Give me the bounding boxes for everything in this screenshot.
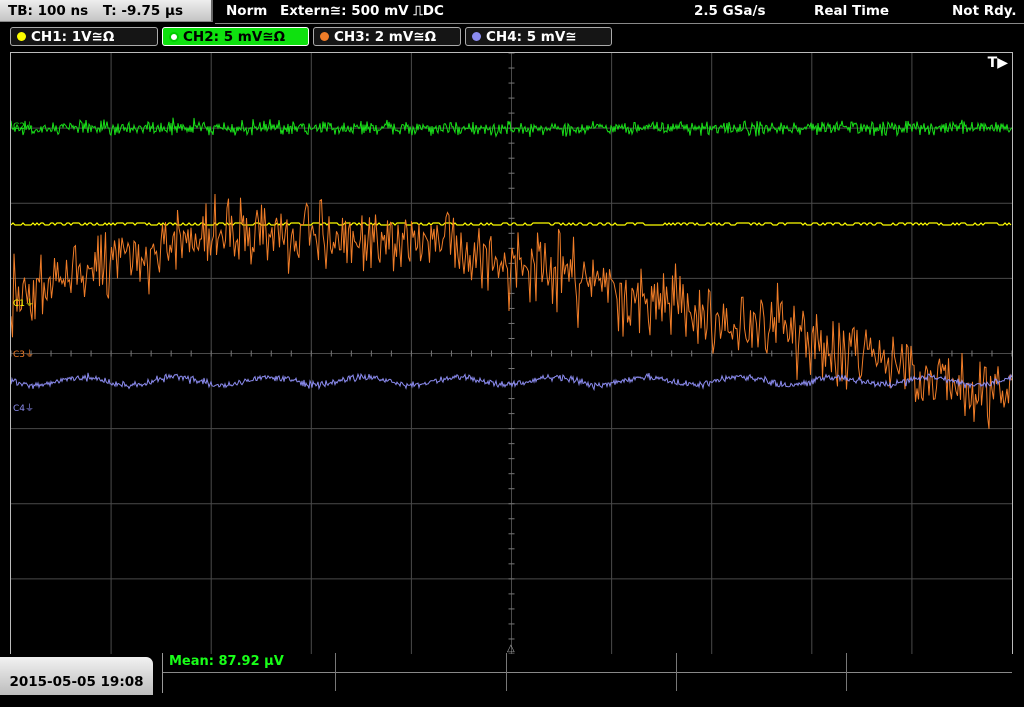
trigger-source-label[interactable]: Extern≅: 500 mV ⎍DC <box>280 0 444 22</box>
timebase-label: TB: 100 ns <box>8 3 89 19</box>
channel-2-label: CH2: 5 mV≅Ω <box>183 29 286 45</box>
trigger-mode-label[interactable]: Norm <box>226 0 267 22</box>
channel-2-dot-icon <box>169 32 179 42</box>
channel-1-button[interactable]: CH1: 1V≅Ω <box>10 27 158 46</box>
trigger-time-label: T: -9.75 µs <box>102 3 183 19</box>
trigger-arrow-icon[interactable]: T▶ <box>988 55 1008 71</box>
measurement-row <box>163 653 1012 673</box>
measurement-panel[interactable]: Mean: 87.92 µV <box>162 653 1012 693</box>
channel-2-ground-marker[interactable]: C2⏚ <box>13 121 34 132</box>
channel-3-button[interactable]: CH3: 2 mV≅Ω <box>313 27 461 46</box>
acquisition-mode-label[interactable]: Real Time <box>814 0 889 22</box>
channel-1-ground-marker[interactable]: C1⏚ <box>13 298 34 309</box>
channel-1-label: CH1: 1V≅Ω <box>31 29 115 45</box>
channel-4-ground-marker[interactable]: C4⏚ <box>13 403 34 414</box>
channel-4-dot-icon <box>472 32 481 41</box>
channel-2-button[interactable]: CH2: 5 mV≅Ω <box>162 27 309 46</box>
mean-measurement: Mean: 87.92 µV <box>169 654 284 669</box>
measurement-cell-divider <box>846 653 847 691</box>
trigger-state-label: Not Rdy. <box>952 3 1017 19</box>
waveform-display[interactable]: C2⏚ C1⏚ C3⏚ C4⏚ △ <box>10 52 1013 655</box>
grid <box>11 53 1012 654</box>
measurement-cell-divider <box>676 653 677 691</box>
measurement-cell-divider <box>335 653 336 691</box>
status-divider <box>215 23 1024 24</box>
status-bar: TB: 100 ns T: -9.75 µs Norm Extern≅: 500… <box>0 0 1024 24</box>
channel-bar: CH1: 1V≅Ω CH2: 5 mV≅Ω CH3: 2 mV≅Ω CH4: 5… <box>0 27 1024 47</box>
channel-4-button[interactable]: CH4: 5 mV≅ <box>465 27 612 46</box>
channel-4-label: CH4: 5 mV≅ <box>486 29 577 45</box>
sample-rate-label[interactable]: 2.5 GSa/s <box>694 0 766 22</box>
timebase-box[interactable]: TB: 100 ns T: -9.75 µs <box>0 0 213 22</box>
channel-3-dot-icon <box>320 32 329 41</box>
channel-3-ground-marker[interactable]: C3⏚ <box>13 349 34 360</box>
timestamp: 2015-05-05 19:08 <box>9 674 144 690</box>
timestamp-box: 2015-05-05 19:08 <box>0 657 153 695</box>
measurement-cell-divider <box>506 653 507 691</box>
channel-3-label: CH3: 2 mV≅Ω <box>334 29 437 45</box>
channel-1-dot-icon <box>17 32 26 41</box>
waveform-canvas: C2⏚ C1⏚ C3⏚ C4⏚ △ <box>11 53 1012 654</box>
